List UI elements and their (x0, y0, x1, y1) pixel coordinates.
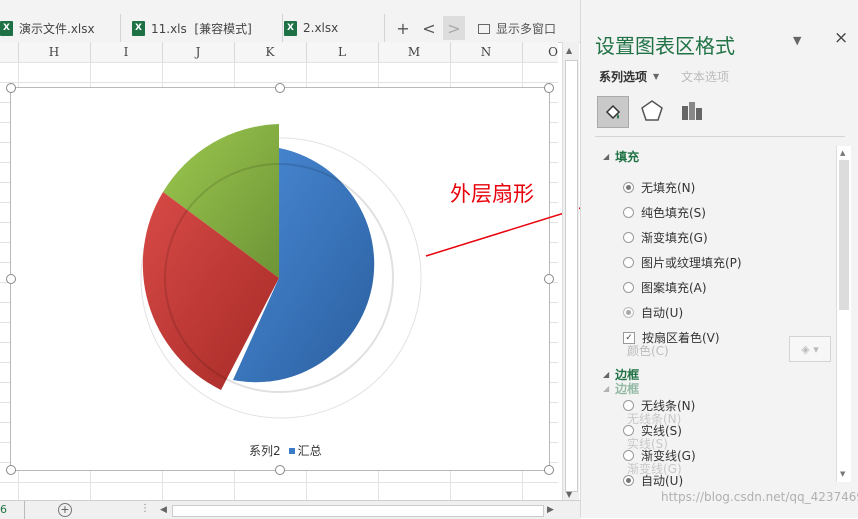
resize-handle[interactable] (6, 83, 16, 93)
option-label: 图案填充(A) (641, 281, 707, 295)
hscroll-thumb[interactable] (172, 505, 544, 517)
radio-button[interactable] (623, 232, 634, 243)
column-header-m[interactable]: M (378, 42, 451, 62)
pane-title: 设置图表区格式 (595, 34, 735, 58)
radio-button[interactable] (623, 257, 634, 268)
chevron-down-icon: ▼ (653, 72, 660, 81)
close-icon[interactable]: × (834, 28, 848, 48)
option-auto-fill[interactable]: 自动(U) (623, 304, 683, 321)
sheet-tab[interactable]: 6 (0, 503, 7, 516)
column-header-o[interactable]: O (522, 42, 558, 62)
tab-series-label: 系列选项 (599, 70, 648, 84)
watermark: https://blog.csdn.net/qq_42374697 (661, 490, 858, 504)
option-solid-fill[interactable]: 纯色填充(S) (623, 204, 706, 221)
option-label: 无填充(N) (641, 181, 696, 195)
multi-window-label: 显示多窗口 (496, 22, 557, 36)
fill-section-header[interactable]: ◢ 填充 (603, 148, 639, 165)
option-pattern-fill[interactable]: 图案填充(A) (623, 279, 707, 296)
file-tab-2[interactable]: X 11.xls [兼容模式] (122, 14, 283, 42)
pane-menu-icon[interactable]: ▼ (793, 34, 801, 47)
resize-handle[interactable] (6, 465, 16, 475)
column-header-k[interactable]: K (234, 42, 307, 62)
tab-text-options[interactable]: 文本选项 (681, 68, 729, 85)
chart-area[interactable]: 系列2 汇总 (6, 83, 554, 475)
effects-pentagon-icon[interactable] (639, 98, 665, 127)
excel-icon: X (132, 20, 145, 36)
border-section-ghost: ◢ 边框 (603, 382, 640, 396)
tab-series-options[interactable]: 系列选项 ▼ (599, 68, 659, 85)
file-tab-bar: X 演示文件.xlsx X 11.xls [兼容模式] X 2.xlsx + <… (0, 0, 580, 43)
radio-button[interactable] (623, 207, 634, 218)
option-auto-line[interactable]: 自动(U) (623, 472, 683, 489)
file-tab-1[interactable]: X 演示文件.xlsx (0, 14, 121, 42)
color-label: 颜色(C) (627, 344, 669, 358)
column-header-i[interactable]: I (90, 42, 163, 62)
column-header-n[interactable]: N (450, 42, 523, 62)
legend-swatch-blue (288, 447, 295, 454)
file-tab-label: 2.xlsx (303, 21, 339, 35)
resize-handle[interactable] (275, 83, 285, 93)
option-label: 自动(U) (641, 306, 684, 320)
paint-bucket-icon: ◈ ▾ (801, 342, 819, 356)
window-icon (478, 23, 490, 34)
file-tab-3[interactable]: X 2.xlsx (284, 14, 385, 42)
sheet-vertical-scrollbar[interactable]: ▲ ▼ (562, 42, 579, 502)
column-header-j[interactable]: J (162, 42, 235, 62)
add-tab-button[interactable]: + (392, 16, 414, 40)
fill-line-icon[interactable] (597, 96, 629, 128)
pie-chart (140, 124, 422, 419)
fill-section-label: 填充 (615, 150, 640, 164)
option-no-fill[interactable]: 无填充(N) (623, 179, 695, 196)
radio-button[interactable] (623, 475, 634, 486)
size-properties-icon[interactable] (679, 98, 705, 127)
scroll-down-icon[interactable]: ▼ (566, 490, 572, 499)
resize-handle[interactable] (275, 465, 285, 475)
pane-scroll-thumb[interactable] (839, 160, 849, 310)
scroll-down-icon[interactable]: ▼ (840, 470, 845, 478)
option-picture-fill[interactable]: 图片或纹理填充(P) (623, 254, 742, 271)
radio-button[interactable] (623, 307, 634, 318)
color-picker-button[interactable]: ◈ ▾ (789, 336, 831, 362)
pane-scrollbar[interactable]: ▲ ▼ (836, 146, 851, 482)
scroll-thumb[interactable] (565, 60, 578, 492)
resize-handle[interactable] (544, 274, 554, 284)
option-label: 渐变填充(G) (641, 231, 708, 245)
file-tab-label: 演示文件.xlsx (19, 21, 95, 36)
collapse-triangle-icon: ◢ (603, 370, 610, 379)
resize-handle[interactable] (6, 274, 16, 284)
multi-window-button[interactable]: 显示多窗口 (478, 20, 556, 37)
chart-legend[interactable]: 系列2 汇总 (249, 442, 322, 459)
column-header-l[interactable]: L (306, 42, 379, 62)
collapse-triangle-icon: ◢ (603, 152, 610, 161)
legend-series2: 系列2 (249, 444, 281, 458)
next-tab-button[interactable]: > (443, 16, 465, 40)
hscroll-left-icon[interactable]: ◀ (160, 505, 167, 515)
resize-handle[interactable] (544, 83, 554, 93)
prev-tab-button[interactable]: < (418, 16, 440, 40)
format-chart-area-pane: 设置图表区格式 ▼ × 系列选项 ▼ 文本选项 ▲ ▼ ◢ 填充 无填充(N) … (580, 0, 858, 518)
resize-handle[interactable] (544, 465, 554, 475)
scroll-up-icon[interactable]: ▲ (840, 149, 845, 157)
hscroll-right-icon[interactable]: ▶ (547, 505, 554, 515)
file-tab-label: 11.xls [兼容模式] (151, 21, 252, 36)
column-header-h[interactable]: H (18, 42, 91, 62)
option-label: 图片或纹理填充(P) (641, 256, 742, 270)
sheet-tab-bar: 6 + ⋮ ◀ ▶ (0, 500, 580, 519)
excel-icon: X (0, 20, 13, 36)
column-header-row: H I J K L M N O (0, 42, 558, 63)
excel-icon: X (284, 20, 297, 36)
radio-button[interactable] (623, 282, 634, 293)
scroll-up-icon[interactable]: ▲ (566, 46, 572, 55)
more-icon: ⋮ (140, 503, 150, 514)
legend-total: 汇总 (297, 444, 322, 458)
option-gradient-fill[interactable]: 渐变填充(G) (623, 229, 708, 246)
radio-button[interactable] (623, 182, 634, 193)
option-label: 自动(U) (641, 474, 684, 488)
option-label: 纯色填充(S) (641, 206, 706, 220)
add-sheet-icon[interactable]: + (58, 503, 72, 517)
